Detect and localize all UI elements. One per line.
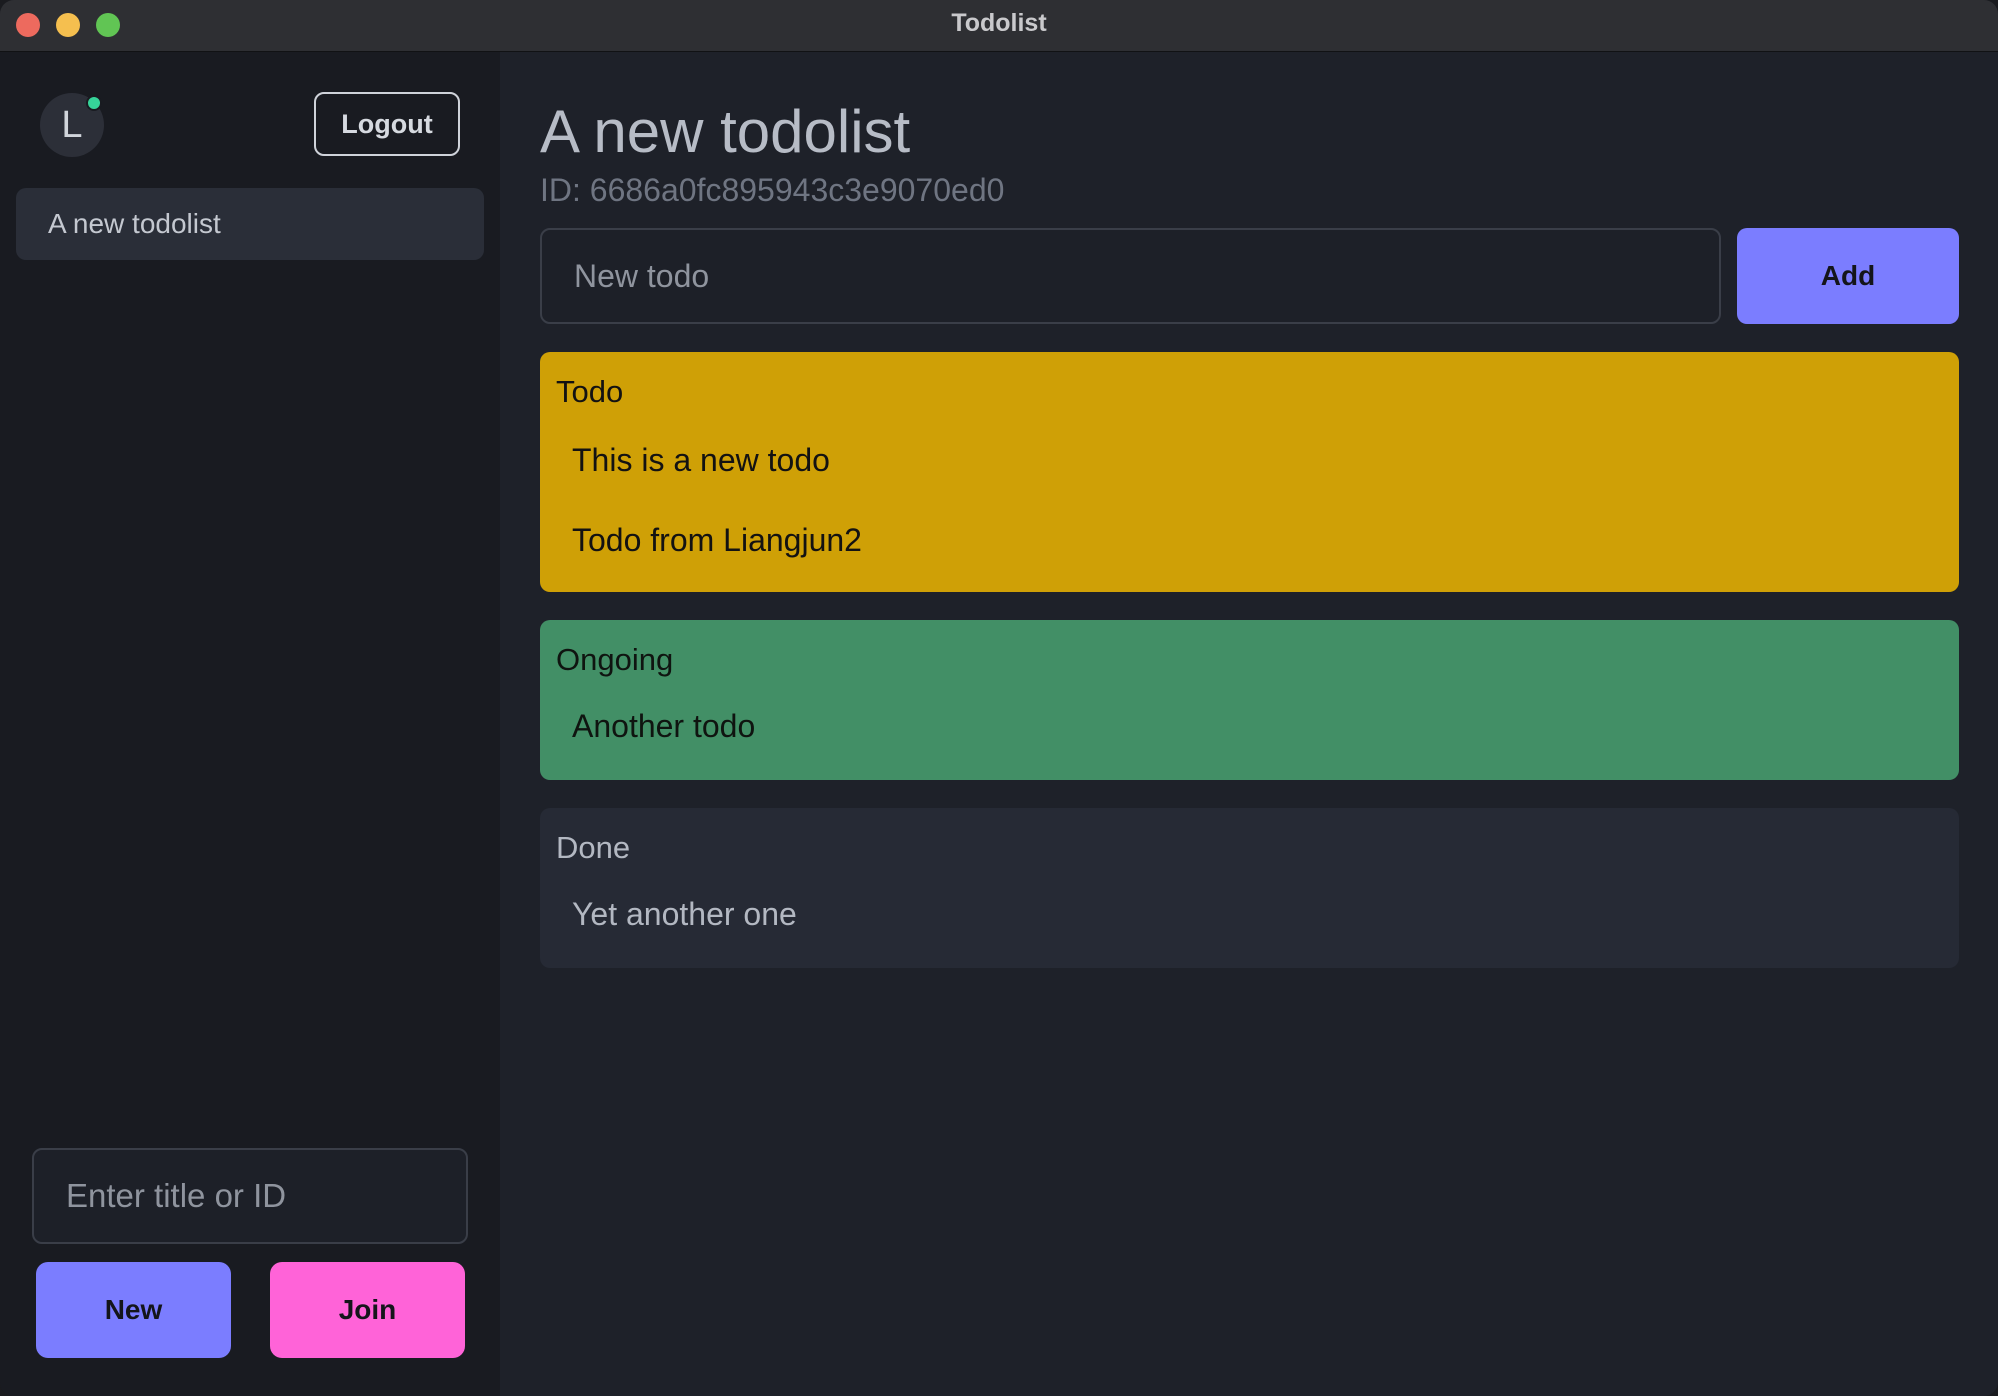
add-button[interactable]: Add xyxy=(1737,228,1959,324)
sidebar-item-a-new-todolist[interactable]: A new todolist xyxy=(16,188,484,260)
group-title: Ongoing xyxy=(556,642,674,677)
title-bar: Todolist xyxy=(0,0,1998,52)
join-button[interactable]: Join xyxy=(270,1262,465,1358)
online-status-icon xyxy=(86,95,102,111)
title-or-id-input[interactable] xyxy=(32,1148,468,1244)
list-id: ID: 6686a0fc895943c3e9070ed0 xyxy=(540,172,1005,208)
sidebar: L Logout A new todolist New Join xyxy=(0,52,500,1396)
logout-button[interactable]: Logout xyxy=(314,92,460,156)
avatar-initial: L xyxy=(61,104,83,146)
done-group: Done Yet another one xyxy=(540,808,1959,968)
new-button[interactable]: New xyxy=(36,1262,231,1358)
todo-item[interactable]: Another todo xyxy=(572,704,755,748)
group-title: Done xyxy=(556,830,631,865)
new-todo-input[interactable] xyxy=(540,228,1721,324)
todo-item[interactable]: This is a new todo xyxy=(572,438,830,482)
todo-item[interactable]: Todo from Liangjun2 xyxy=(572,518,862,562)
todo-group: Todo This is a new todo Todo from Liangj… xyxy=(540,352,1959,592)
page-title: A new todolist xyxy=(540,98,911,165)
group-title: Todo xyxy=(556,374,624,409)
ongoing-group: Ongoing Another todo xyxy=(540,620,1959,780)
main-content: A new todolist ID: 6686a0fc895943c3e9070… xyxy=(500,52,1998,1396)
avatar[interactable]: L xyxy=(40,93,104,157)
window-title: Todolist xyxy=(951,9,1047,37)
todo-item[interactable]: Yet another one xyxy=(572,892,797,936)
app-window: Todolist L Logout A new todolist New Joi… xyxy=(0,0,1998,1396)
